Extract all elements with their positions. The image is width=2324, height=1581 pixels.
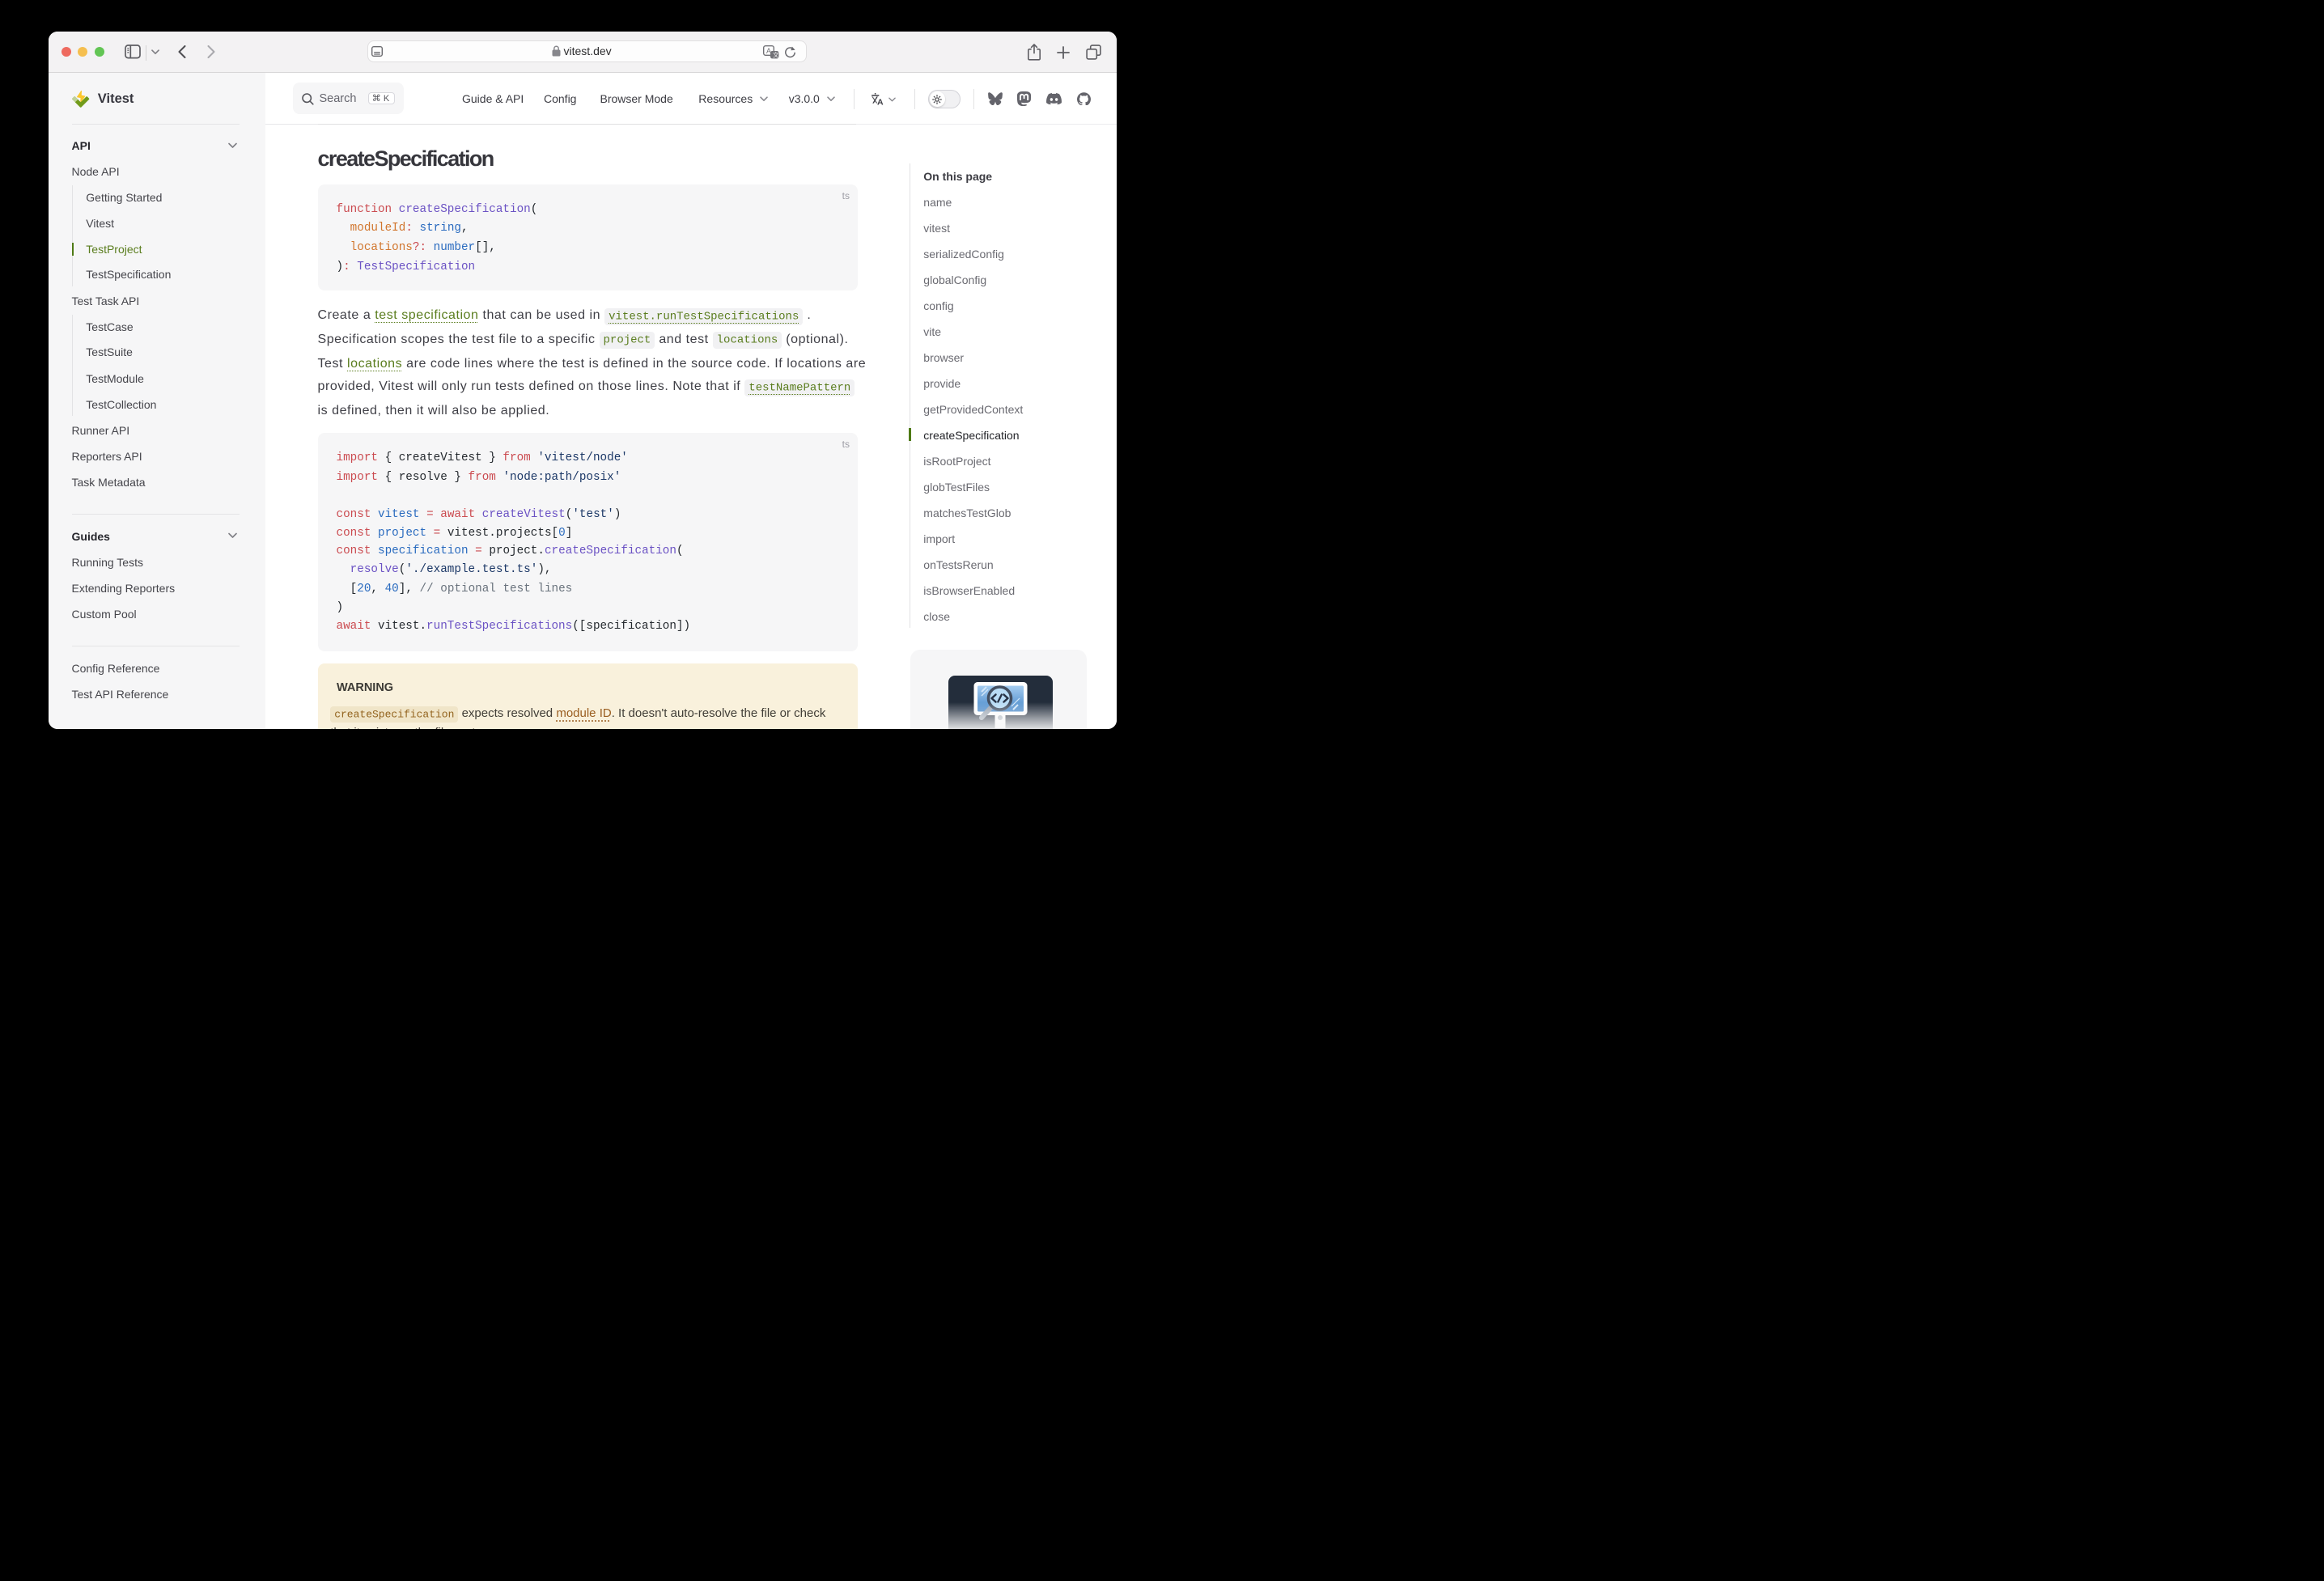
svg-text:文: 文 xyxy=(773,50,779,58)
svg-text:A: A xyxy=(877,97,884,105)
